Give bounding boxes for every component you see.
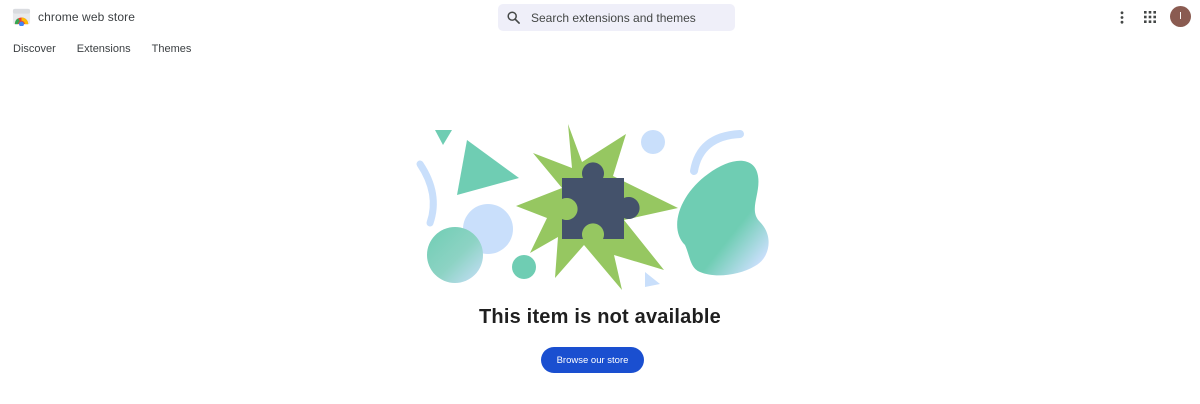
nav-item-themes[interactable]: Themes (152, 42, 192, 56)
more-vert-icon (1120, 10, 1124, 24)
bottom-triangle-shape (645, 272, 660, 287)
apps-grid-icon (1144, 11, 1156, 23)
app-title: chrome web store (38, 9, 135, 24)
more-options-button[interactable] (1114, 8, 1130, 26)
browse-store-button[interactable]: Browse our store (541, 347, 644, 373)
item-unavailable-illustration (416, 124, 769, 290)
small-teal-dot-shape (512, 255, 536, 279)
store-logo-link[interactable]: chrome web store (12, 7, 135, 26)
google-apps-button[interactable] (1141, 8, 1159, 26)
large-triangle-shape (457, 140, 519, 195)
account-avatar[interactable]: I (1170, 6, 1191, 27)
avatar-initial: I (1179, 11, 1182, 22)
gradient-circle-shape (427, 227, 483, 283)
primary-nav: Discover Extensions Themes (13, 42, 191, 56)
small-triangle-shape (435, 130, 452, 145)
nav-item-extensions[interactable]: Extensions (77, 42, 131, 56)
page: chrome web store I Di (0, 0, 1200, 404)
left-arc-shape (416, 160, 437, 227)
teal-blob-shape (677, 160, 769, 276)
search-input[interactable] (531, 10, 721, 25)
chrome-web-store-logo-icon (12, 8, 31, 26)
not-available-message: This item is not available (479, 306, 721, 328)
search-icon (507, 11, 520, 24)
top-circle-shape (641, 130, 665, 154)
search-bar[interactable] (498, 4, 735, 31)
nav-item-discover[interactable]: Discover (13, 42, 56, 56)
